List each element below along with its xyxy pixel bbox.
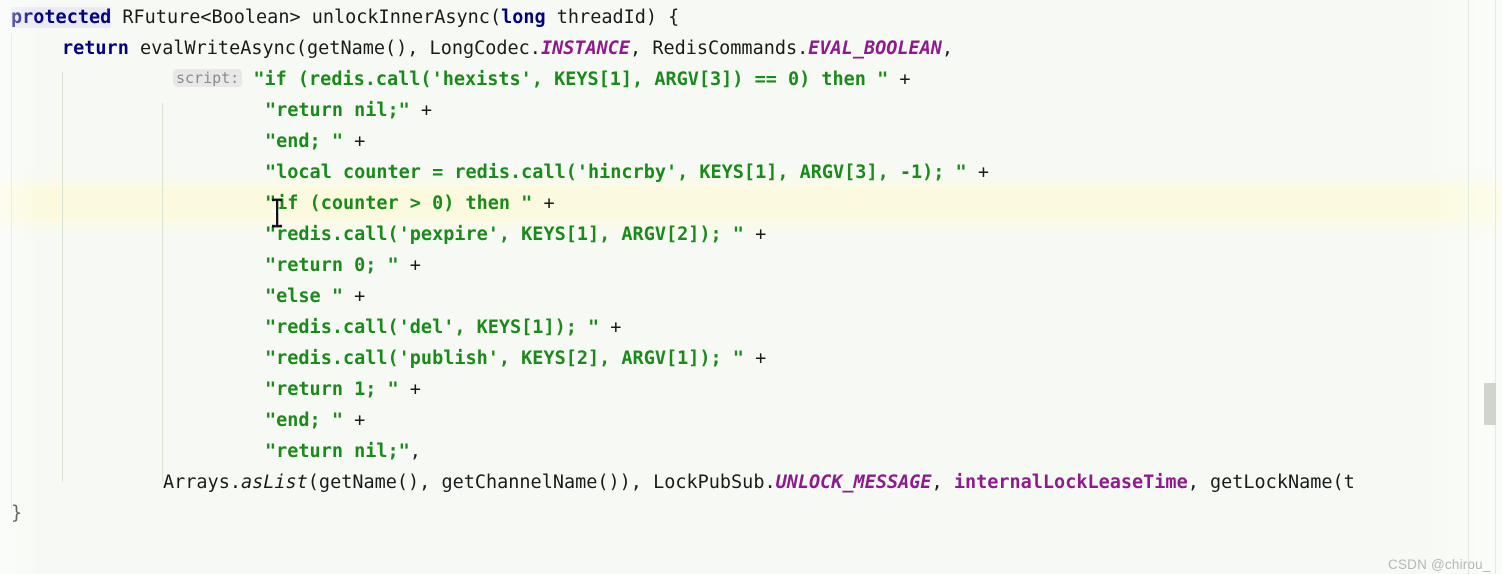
code-line[interactable]: script: "if (redis.call('hexists', KEYS[… <box>0 64 911 95</box>
token-string: "local counter = redis.call('hincrby', K… <box>265 162 967 183</box>
token-plain: , getLockName(t <box>1187 472 1355 493</box>
token-plain: , <box>931 472 954 493</box>
token-string: "if (counter > 0) then " <box>265 193 533 214</box>
token-plain: + <box>409 100 433 121</box>
code-line[interactable]: "return 0; " + <box>0 250 421 281</box>
token-plain: + <box>599 317 622 338</box>
code-line[interactable]: "redis.call('pexpire', KEYS[1], ARGV[2])… <box>0 219 766 250</box>
token-plain: + <box>342 131 366 152</box>
token-string: "if (redis.call('hexists', KEYS[1], ARGV… <box>253 69 889 90</box>
code-line[interactable]: protected RFuture<Boolean> unlockInnerAs… <box>0 2 679 33</box>
code-line[interactable]: "return 1; " + <box>0 374 421 405</box>
code-line[interactable]: "redis.call('publish', KEYS[2], ARGV[1])… <box>0 343 766 374</box>
token-plain: + <box>743 348 767 369</box>
token-string: "return nil;" <box>265 441 410 462</box>
token-instance-field: internalLockLeaseTime <box>953 472 1188 493</box>
token-plain: threadId) { <box>545 7 680 28</box>
code-line[interactable]: Arrays.asList(getName(), getChannelName(… <box>0 467 1355 498</box>
token-plain: RFuture<Boolean> unlockInnerAsync( <box>111 7 502 28</box>
code-line[interactable]: } <box>0 498 22 529</box>
token-string: "else " <box>265 286 343 307</box>
token-plain: + <box>342 410 366 431</box>
vertical-scrollbar-track[interactable] <box>1484 0 1502 574</box>
token-string: "return 0; " <box>265 255 399 276</box>
token-plain: + <box>743 224 767 245</box>
token-plain: , RedisCommands. <box>630 38 809 59</box>
token-string: "end; " <box>265 131 343 152</box>
token-string: "return nil;" <box>265 100 410 121</box>
token-string: "redis.call('pexpire', KEYS[1], ARGV[2])… <box>265 224 744 245</box>
token-static-field: INSTANCE <box>540 38 631 59</box>
token-plain: + <box>398 379 421 400</box>
token-keyword-highlighted: protected <box>11 7 112 28</box>
code-line[interactable]: "if (counter > 0) then " + <box>0 188 555 219</box>
token-plain: + <box>888 69 911 90</box>
code-line[interactable]: "return nil;" + <box>0 95 432 126</box>
token-string: "redis.call('del', KEYS[1]); " <box>265 317 600 338</box>
csdn-watermark: CSDN @chirou_ <box>1388 557 1491 572</box>
code-editor[interactable]: protected RFuture<Boolean> unlockInnerAs… <box>0 0 1502 574</box>
token-static-field: UNLOCK_MESSAGE <box>775 472 932 493</box>
token-hint: script: <box>173 69 243 87</box>
token-plain: , <box>409 441 421 462</box>
token-string: "return 1; " <box>265 379 399 400</box>
token-plain: , <box>941 38 954 59</box>
token-plain: + <box>966 162 989 183</box>
token-plain: evalWriteAsync(getName(), LongCodec. <box>128 38 541 59</box>
token-string: "end; " <box>265 410 343 431</box>
token-plain: + <box>398 255 421 276</box>
vertical-scrollbar-thumb[interactable] <box>1484 383 1496 425</box>
token-plain: + <box>532 193 555 214</box>
code-line[interactable]: "redis.call('del', KEYS[1]); " + <box>0 312 621 343</box>
token-keyword: return <box>62 38 129 59</box>
editor-right-hairline-a <box>1468 0 1469 574</box>
token-string: "redis.call('publish', KEYS[2], ARGV[1])… <box>265 348 744 369</box>
hint-gap <box>242 69 253 90</box>
token-plain: (getName(), getChannelName()), LockPubSu… <box>307 472 776 493</box>
code-line[interactable]: "local counter = redis.call('hincrby', K… <box>0 157 989 188</box>
code-line[interactable]: "end; " + <box>0 405 365 436</box>
token-plain: Arrays. <box>163 472 241 493</box>
token-plain: + <box>342 286 366 307</box>
token-keyword: long <box>501 7 546 28</box>
token-static-field: EVAL_BOOLEAN <box>808 38 942 59</box>
code-line[interactable]: "else " + <box>0 281 365 312</box>
token-plain: } <box>11 503 23 524</box>
code-line[interactable]: "return nil;", <box>0 436 421 467</box>
code-line[interactable]: return evalWriteAsync(getName(), LongCod… <box>0 33 953 64</box>
code-line[interactable]: "end; " + <box>0 126 365 157</box>
code-text-area[interactable]: protected RFuture<Boolean> unlockInnerAs… <box>0 0 1502 574</box>
token-static-method: asList <box>240 472 308 493</box>
